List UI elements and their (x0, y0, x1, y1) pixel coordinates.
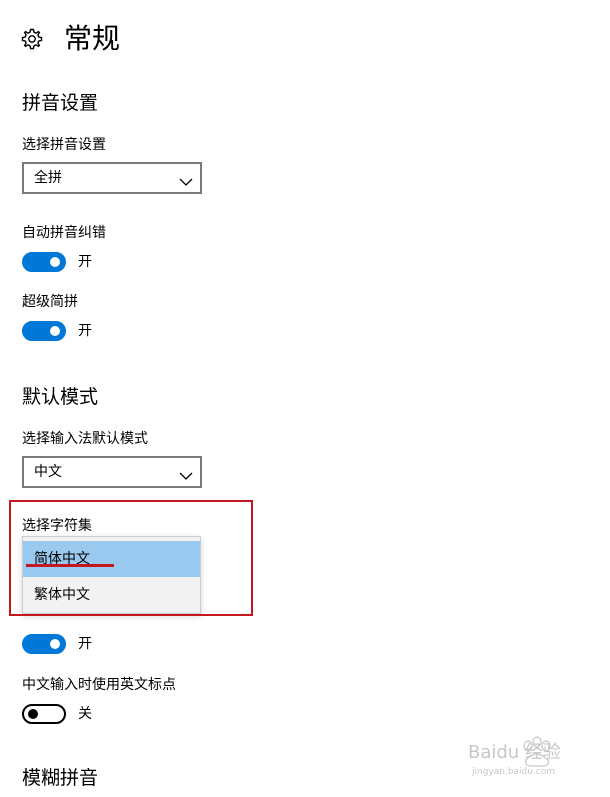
half-width-toggle[interactable] (22, 634, 66, 654)
toggle-knob (50, 326, 60, 336)
english-punct-toggle[interactable] (22, 704, 66, 724)
toggle-knob (28, 709, 38, 719)
half-width-state: 开 (78, 636, 92, 652)
pinyin-select-value: 全拼 (34, 170, 62, 186)
default-mode-select-value: 中文 (34, 464, 62, 480)
english-punct-label: 中文输入时使用英文标点 (22, 677, 176, 693)
super-jianpin-toggle[interactable] (22, 321, 66, 341)
gear-icon (20, 27, 44, 51)
pinyin-select[interactable]: 全拼 (22, 162, 202, 194)
auto-correct-toggle[interactable] (22, 252, 66, 272)
section-title-pinyin: 拼音设置 (22, 92, 99, 114)
section-title-default-mode: 默认模式 (22, 386, 99, 408)
super-jianpin-label: 超级简拼 (22, 294, 78, 310)
pinyin-select-label: 选择拼音设置 (22, 137, 106, 153)
section-title-fuzzy-pinyin: 模糊拼音 (22, 767, 99, 789)
super-jianpin-state: 开 (78, 323, 92, 339)
auto-correct-state: 开 (78, 254, 92, 270)
toggle-knob (50, 639, 60, 649)
auto-correct-label: 自动拼音纠错 (22, 225, 106, 241)
page-title: 常规 (64, 22, 121, 55)
chevron-down-icon (179, 466, 193, 480)
watermark-text: Baidu 经验 (468, 742, 561, 763)
baidu-watermark: Baidu 经验 jingyan.baidu.com (466, 732, 586, 782)
annotation-highlight-box (9, 500, 253, 616)
default-mode-select-label: 选择输入法默认模式 (22, 431, 148, 447)
toggle-knob (50, 257, 60, 267)
settings-page: 常规 拼音设置 选择拼音设置 全拼 自动拼音纠错 开 超级简拼 开 默认模式 选… (0, 0, 610, 797)
english-punct-state: 关 (78, 706, 92, 722)
default-mode-select[interactable]: 中文 (22, 456, 202, 488)
chevron-down-icon (179, 172, 193, 186)
watermark-subtext: jingyan.baidu.com (472, 767, 556, 777)
